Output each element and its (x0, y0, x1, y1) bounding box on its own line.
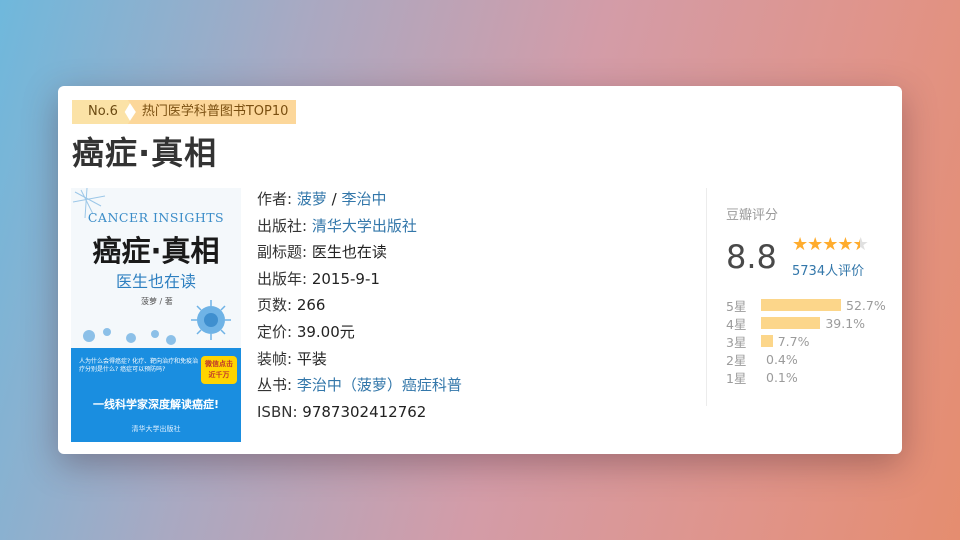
info-isbn: ISBN: 9787302412762 (257, 399, 462, 426)
cover-questions: 人为什么会得癌症? 化疗、靶向治疗和免疫治疗分别是什么? 癌症可以预防吗? (79, 358, 199, 373)
info-year: 出版年: 2015-9-1 (257, 266, 462, 293)
binding-label: 装帧: (257, 349, 297, 368)
year-value: 2015-9-1 (311, 269, 380, 288)
rating-star-label: 5星 (726, 298, 747, 314)
rating-percent: 52.7% (846, 297, 886, 313)
star-icon: ★ (792, 234, 808, 255)
author-separator: / (326, 190, 342, 208)
rating-percent: 0.4% (766, 351, 798, 367)
price-value: 39.00元 (296, 322, 355, 341)
rating-score: 8.8 (726, 238, 777, 276)
rating-bar (761, 299, 841, 311)
pages-value: 266 (296, 296, 326, 315)
rating-star-label: 1星 (726, 370, 747, 386)
rating-row: 4星 39.1% (726, 314, 886, 332)
rating-bar (761, 335, 773, 347)
pages-label: 页数: (257, 296, 297, 315)
rating-row: 1星 0.1% (726, 368, 886, 386)
section-divider (706, 188, 707, 406)
rating-percent: 7.7% (777, 333, 810, 349)
author-link-2[interactable]: 李治中 (341, 190, 386, 208)
info-series: 丛书: 李治中（菠萝）癌症科普 (257, 372, 462, 399)
cover-top-panel: CANCER INSIGHTS 癌症·真相 医生也在读 菠萝 / 著 (71, 188, 241, 348)
price-label: 定价: (257, 322, 297, 341)
cover-author: 菠萝 / 著 (141, 297, 173, 306)
author-link-1[interactable]: 菠萝 (297, 190, 327, 208)
rating-percent: 0.1% (766, 369, 798, 385)
cover-chinese-title: 癌症·真相 (92, 234, 220, 268)
rating-stars-icon: ★★★★★ (792, 234, 869, 255)
info-author: 作者: 菠萝 / 李治中 (257, 186, 462, 213)
info-subtitle: 副标题: 医生也在读 (257, 239, 462, 266)
subtitle-label: 副标题: (257, 243, 312, 262)
cover-publisher: 清华大学出版社 (131, 425, 181, 433)
book-info: 作者: 菠萝 / 李治中 出版社: 清华大学出版社 副标题: 医生也在读 出版年… (257, 186, 462, 425)
publisher-label: 出版社: (257, 216, 312, 235)
info-publisher: 出版社: 清华大学出版社 (257, 213, 462, 240)
isbn-label: ISBN: (257, 402, 303, 421)
rating-star-label: 4星 (726, 316, 747, 332)
cover-subtitle: 医生也在读 (115, 272, 196, 291)
rating-label: 豆瓣评分 (726, 208, 779, 223)
ranking-number: No.6 (72, 100, 132, 124)
book-cover-image[interactable]: CANCER INSIGHTS 癌症·真相 医生也在读 菠萝 / 著 人为什么会… (71, 188, 241, 442)
rating-star-label: 3星 (726, 334, 747, 350)
cover-slogan: 一线科学家深度解读癌症! (92, 398, 220, 411)
half-star-icon: ★ (853, 234, 869, 255)
rating-breakdown: 5星 52.7% 4星 39.1% 3星 7.7% 2星 0.4% 1星 0.1% (726, 296, 886, 386)
rating-percent: 39.1% (825, 315, 866, 331)
rating-star-label: 2星 (726, 352, 747, 368)
cover-bottom-panel: 人为什么会得癌症? 化疗、靶向治疗和免疫治疗分别是什么? 癌症可以预防吗? 微信… (71, 348, 241, 442)
book-card: No.6 热门医学科普图书TOP10 癌症·真相 CANCER INSIGHTS… (58, 86, 902, 454)
info-price: 定价: 39.00元 (257, 319, 462, 346)
isbn-value: 9787302412762 (302, 402, 427, 421)
star-icon: ★ (822, 234, 838, 255)
cover-badge: 微信点击 近千万 (201, 356, 237, 384)
ranking-badge[interactable]: No.6 热门医学科普图书TOP10 (72, 100, 297, 124)
info-pages: 页数: 266 (257, 292, 462, 319)
cover-english-title: CANCER INSIGHTS (87, 210, 225, 225)
rating-panel: 豆瓣评分 8.8 ★★★★★ 5734人评价 5星52.7%4星39.1%3星7… (726, 204, 896, 386)
ranking-list-name: 热门医学科普图书TOP10 (127, 100, 297, 124)
author-label: 作者: (257, 190, 297, 208)
publisher-link[interactable]: 清华大学出版社 (312, 217, 417, 235)
year-label: 出版年: (257, 269, 312, 288)
rating-row: 3星 7.7% (726, 332, 886, 350)
series-link[interactable]: 李治中（菠萝）癌症科普 (297, 376, 462, 394)
rating-votes-link[interactable]: 5734人评价 (792, 260, 864, 279)
info-binding: 装帧: 平装 (257, 346, 462, 373)
rating-row: 2星 0.4% (726, 350, 886, 368)
rating-bar (761, 317, 821, 329)
subtitle-value: 医生也在读 (311, 243, 387, 262)
series-label: 丛书: (257, 376, 297, 395)
book-title: 癌症·真相 (72, 134, 218, 172)
binding-value: 平装 (296, 349, 327, 368)
star-icon: ★ (837, 234, 853, 255)
star-icon: ★ (807, 234, 823, 255)
rating-row: 5星 52.7% (726, 296, 886, 314)
